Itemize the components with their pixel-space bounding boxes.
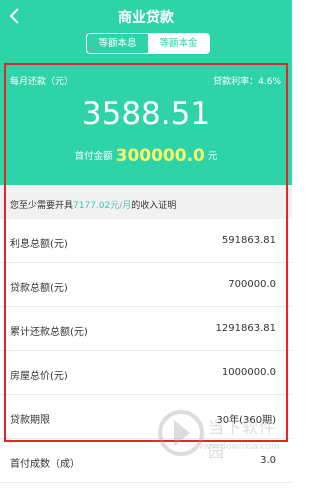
row-value: 1291863.81 [215,323,276,334]
down-payment-unit: 元 [207,151,218,162]
list-item-interest-total: 利息总额(元) 591863.81 [0,219,292,263]
watermark-text: 当下软件园 [208,418,277,461]
down-payment-value: 300000.0 [115,146,205,166]
income-proof-note: 您至少需要开具7177.02元/月的收入证明 [0,185,292,219]
tab-equal-principal[interactable]: 等额本金 [148,34,209,53]
list-item-repayment-total: 累计还款总额(元) 1291863.81 [0,307,292,351]
note-prefix: 您至少需要开具 [10,201,74,211]
summary-label-row: 每月还款（元） 贷款利率：4.6% [0,72,292,88]
loan-rate-label: 贷款利率：4.6% [213,77,281,87]
monthly-payment-label: 每月还款（元） [10,77,74,87]
row-value: 591863.81 [221,235,276,246]
row-label: 贷款期限 [10,415,50,426]
list-item-loan-total: 贷款总额(元) 700000.0 [0,263,292,307]
header-panel: 商业贷款 等额本息 等额本金 每月还款（元） 贷款利率：4.6% 3588.51… [0,0,292,185]
watermark-url: www.downxia.com [196,442,280,452]
row-label: 利息总额(元) [10,239,68,250]
note-highlight: 7177.02元/月 [73,201,132,211]
site-watermark: 当下软件园 www.downxia.com [150,404,280,474]
tab-equal-installment[interactable]: 等额本息 [87,34,148,53]
row-value: 1000000.0 [221,367,276,378]
repayment-method-toggle: 等额本息 等额本金 [86,33,210,54]
page-title: 商业贷款 [118,10,174,26]
row-value: 700000.0 [228,279,276,290]
down-payment-label: 首付金额 [74,151,113,162]
row-label: 累计还款总额(元) [10,327,88,338]
row-label: 首付成数（成） [10,459,80,470]
row-label: 贷款总额(元) [10,283,68,294]
row-label: 房屋总价(元) [10,371,68,382]
note-suffix: 的收入证明 [131,201,177,211]
list-item-house-price: 房屋总价(元) 1000000.0 [0,351,292,395]
monthly-payment-amount: 3588.51 [81,96,211,132]
down-payment-row: 首付金额 300000.0 元 [0,146,292,166]
